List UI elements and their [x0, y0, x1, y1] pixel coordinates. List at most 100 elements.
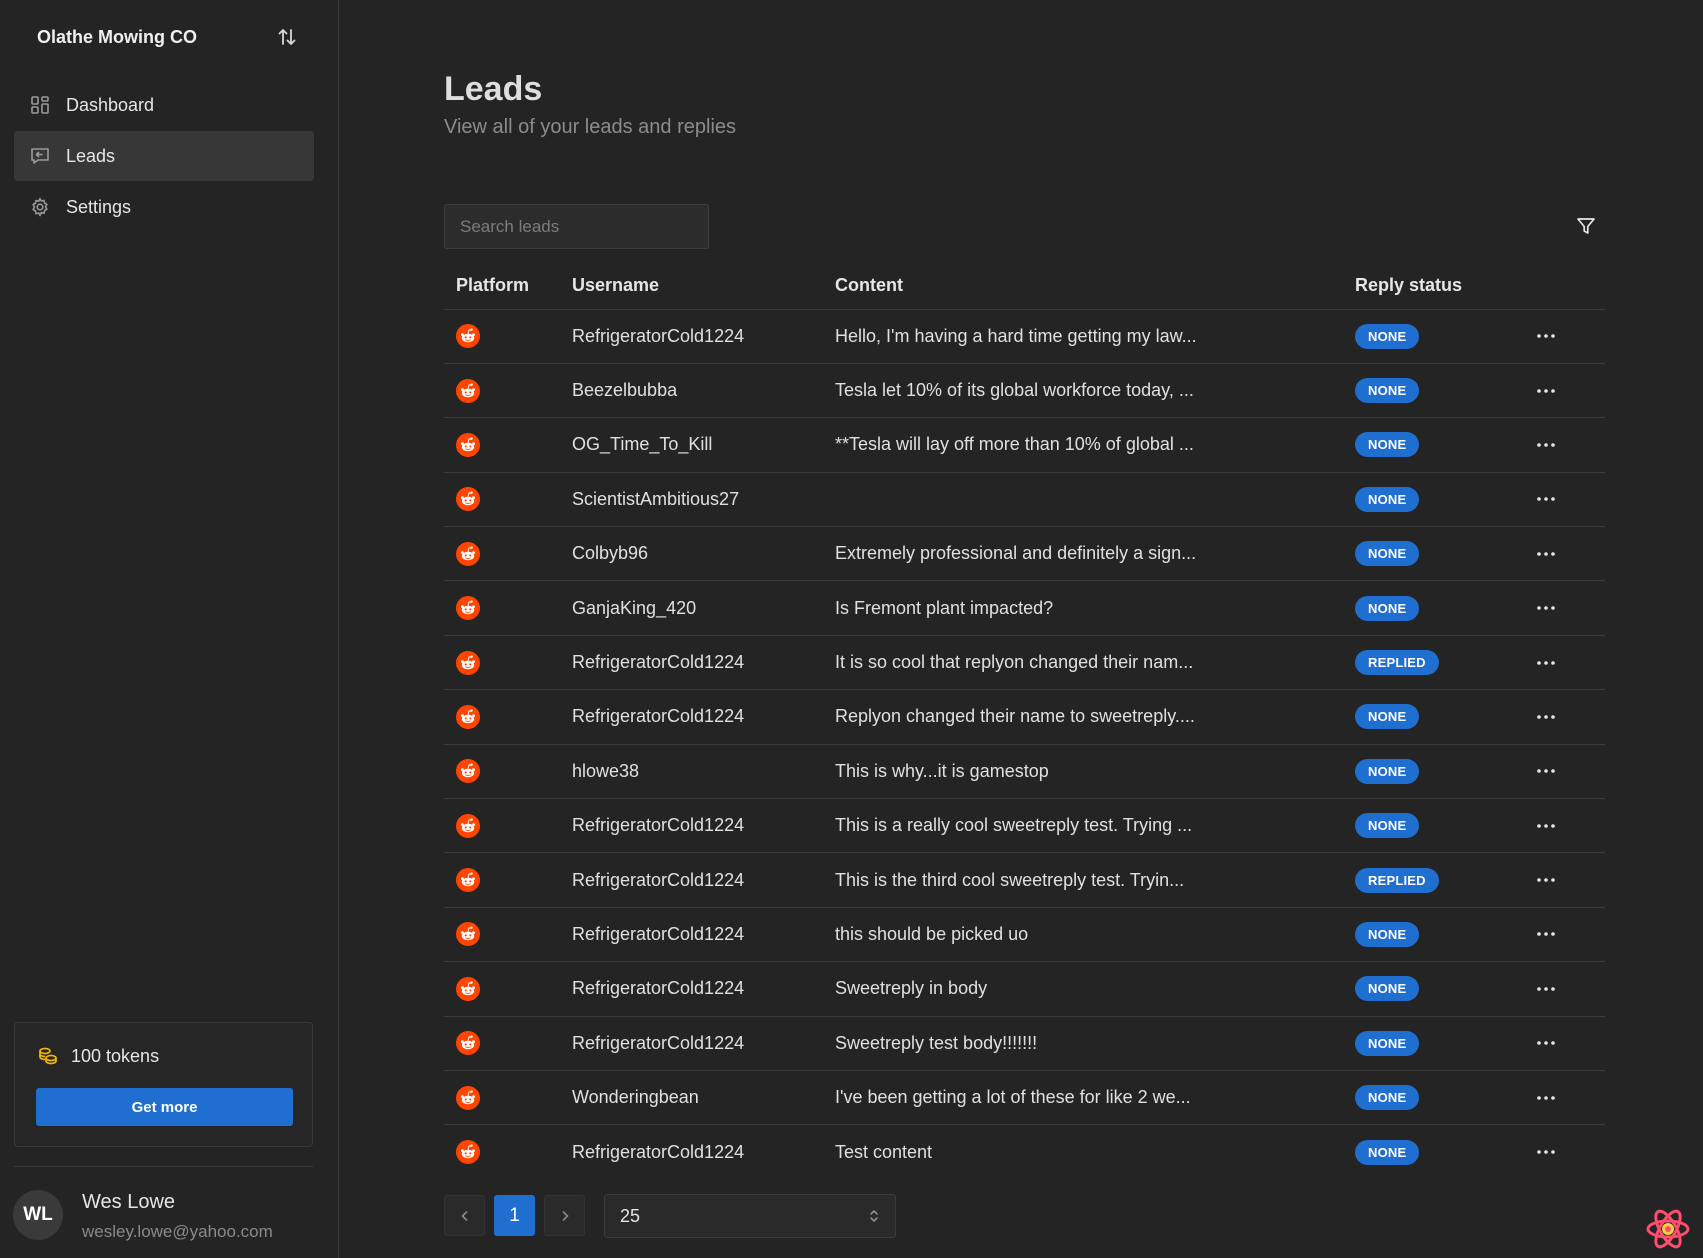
- more-options-icon[interactable]: [1535, 760, 1557, 782]
- table-row[interactable]: hlowe38 This is why...it is gamestop NON…: [444, 744, 1605, 800]
- select-chevrons-icon: [870, 1210, 878, 1222]
- status-badge: NONE: [1355, 378, 1420, 404]
- platform-cell: [444, 472, 572, 528]
- more-options-icon[interactable]: [1535, 325, 1557, 347]
- avatar[interactable]: WL: [13, 1190, 63, 1240]
- status-badge: NONE: [1355, 432, 1420, 458]
- user-email: wesley.lowe@yahoo.com: [82, 1222, 273, 1241]
- username-cell: ScientistAmbitious27: [572, 472, 835, 528]
- table-row[interactable]: RefrigeratorCold1224 It is so cool that …: [444, 635, 1605, 691]
- username-cell: Colbyb96: [572, 526, 835, 582]
- table-row[interactable]: ScientistAmbitious27 NONE: [444, 472, 1605, 528]
- sidebar-item-label: Dashboard: [66, 94, 155, 115]
- platform-cell: [444, 744, 572, 800]
- reply-status-cell: NONE: [1355, 417, 1535, 473]
- column-header-reply-status[interactable]: Reply status: [1355, 263, 1535, 310]
- table-row[interactable]: GanjaKing_420 Is Fremont plant impacted?…: [444, 580, 1605, 636]
- actions-cell: [1535, 417, 1605, 473]
- table-row[interactable]: RefrigeratorCold1224 Sweetreply test bod…: [444, 1016, 1605, 1071]
- devtools-logo-icon[interactable]: [1645, 1206, 1691, 1252]
- actions-cell: [1535, 363, 1605, 419]
- platform-cell: [444, 1070, 572, 1126]
- table-row[interactable]: Beezelbubba Tesla let 10% of its global …: [444, 363, 1605, 419]
- chevron-left-icon: [460, 1210, 467, 1221]
- sidebar-item-dashboard[interactable]: Dashboard: [14, 80, 314, 130]
- content-cell: It is so cool that replyon changed their…: [835, 635, 1355, 691]
- more-options-icon[interactable]: [1535, 380, 1557, 402]
- status-badge: NONE: [1355, 541, 1420, 567]
- more-options-icon[interactable]: [1535, 815, 1557, 837]
- table-row[interactable]: RefrigeratorCold1224 Sweetreply in body …: [444, 961, 1605, 1017]
- sidebar-item-label: Leads: [66, 145, 116, 166]
- sidebar-item-label: Settings: [66, 196, 132, 217]
- more-options-icon[interactable]: [1535, 923, 1557, 945]
- sidebar-item-leads[interactable]: Leads: [14, 131, 314, 181]
- status-badge: NONE: [1355, 921, 1420, 947]
- content-cell: Hello, I'm having a hard time getting my…: [835, 309, 1355, 364]
- page-subtitle: View all of your leads and replies: [444, 116, 737, 138]
- table-body: RefrigeratorCold1224 Hello, I'm having a…: [444, 309, 1605, 1179]
- more-options-icon[interactable]: [1535, 1087, 1557, 1109]
- table-row[interactable]: RefrigeratorCold1224 This is the third c…: [444, 852, 1605, 908]
- more-options-icon[interactable]: [1535, 1032, 1557, 1054]
- page-title: Leads: [444, 70, 543, 108]
- content-cell: This is a really cool sweetreply test. T…: [835, 798, 1355, 854]
- leads-table: Platform Username Content Reply status R…: [444, 263, 1605, 1179]
- sidebar-item-settings[interactable]: Settings: [14, 182, 314, 232]
- status-badge: NONE: [1355, 486, 1420, 512]
- content-cell: **Tesla will lay off more than 10% of gl…: [835, 417, 1355, 473]
- actions-cell: [1535, 1016, 1605, 1071]
- table-row[interactable]: OG_Time_To_Kill **Tesla will lay off mor…: [444, 417, 1605, 473]
- column-header-username[interactable]: Username: [572, 263, 835, 310]
- table-row[interactable]: RefrigeratorCold1224 this should be pick…: [444, 907, 1605, 963]
- content-cell: Sweetreply in body: [835, 961, 1355, 1017]
- username-cell: RefrigeratorCold1224: [572, 689, 835, 745]
- reply-status-cell: NONE: [1355, 1016, 1535, 1071]
- more-options-icon[interactable]: [1535, 978, 1557, 1000]
- platform-cell: [444, 309, 572, 364]
- switch-workspace-icon[interactable]: [276, 26, 298, 48]
- table-row[interactable]: RefrigeratorCold1224 Test content NONE: [444, 1125, 1605, 1179]
- previous-page-button[interactable]: [444, 1195, 485, 1236]
- actions-cell: [1535, 961, 1605, 1017]
- table-row[interactable]: Colbyb96 Extremely professional and defi…: [444, 526, 1605, 582]
- column-header-platform[interactable]: Platform: [444, 263, 572, 310]
- more-options-icon[interactable]: [1535, 543, 1557, 565]
- more-options-icon[interactable]: [1535, 706, 1557, 728]
- platform-cell: [444, 961, 572, 1017]
- table-row[interactable]: Wonderingbean I've been getting a lot of…: [444, 1070, 1605, 1126]
- actions-cell: [1535, 526, 1605, 582]
- reply-status-cell: NONE: [1355, 526, 1535, 582]
- reddit-icon: [456, 1140, 480, 1165]
- column-header-actions: [1535, 263, 1605, 310]
- page-button-current[interactable]: 1: [494, 1195, 535, 1236]
- next-page-button[interactable]: [544, 1195, 585, 1236]
- search-input[interactable]: [444, 204, 709, 249]
- actions-cell: [1535, 1125, 1605, 1179]
- table-row[interactable]: RefrigeratorCold1224 This is a really co…: [444, 798, 1605, 854]
- filter-icon[interactable]: [1575, 215, 1597, 237]
- column-header-content[interactable]: Content: [835, 263, 1355, 310]
- more-options-icon[interactable]: [1535, 869, 1557, 891]
- reddit-icon: [456, 541, 480, 566]
- username-cell: RefrigeratorCold1224: [572, 852, 835, 908]
- actions-cell: [1535, 798, 1605, 854]
- reply-status-cell: REPLIED: [1355, 852, 1535, 908]
- table-row[interactable]: RefrigeratorCold1224 Replyon changed the…: [444, 689, 1605, 745]
- username-cell: RefrigeratorCold1224: [572, 961, 835, 1017]
- more-options-icon[interactable]: [1535, 1141, 1557, 1163]
- status-badge: NONE: [1355, 758, 1420, 784]
- gear-icon: [30, 197, 50, 217]
- actions-cell: [1535, 635, 1605, 691]
- table-row[interactable]: RefrigeratorCold1224 Hello, I'm having a…: [444, 309, 1605, 364]
- get-more-button[interactable]: Get more: [36, 1088, 293, 1126]
- reply-status-cell: NONE: [1355, 363, 1535, 419]
- more-options-icon[interactable]: [1535, 597, 1557, 619]
- actions-cell: [1535, 309, 1605, 364]
- more-options-icon[interactable]: [1535, 652, 1557, 674]
- more-options-icon[interactable]: [1535, 434, 1557, 456]
- page-size-select[interactable]: 25: [604, 1194, 896, 1238]
- more-options-icon[interactable]: [1535, 488, 1557, 510]
- reddit-icon: [456, 1085, 480, 1110]
- content-cell: Sweetreply test body!!!!!!!: [835, 1016, 1355, 1071]
